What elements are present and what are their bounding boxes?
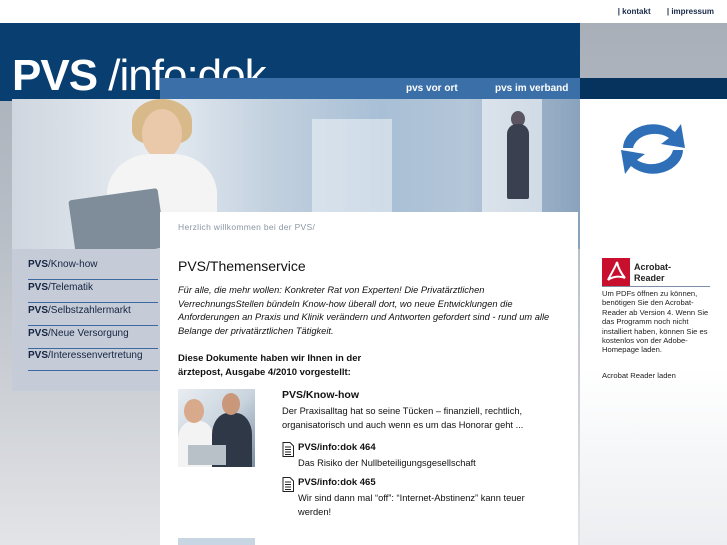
side-navigation: PVS/Know-how PVS/Telematik PVS/Selbstzah… <box>12 249 160 391</box>
nav-pvs-vor-ort[interactable]: pvs vor ort <box>406 83 458 94</box>
nav-pvs-im-verband[interactable]: pvs im verband <box>495 83 568 94</box>
knowhow-title[interactable]: PVS/Know-how <box>282 389 359 401</box>
thumb-person-head <box>222 393 240 415</box>
link-kontakt[interactable]: kontakt <box>618 7 651 16</box>
sidenav-item-interessenvertretung[interactable]: PVS/Interessenvertretung <box>28 350 158 371</box>
knowhow-thumbnail[interactable] <box>178 389 255 467</box>
hero-window <box>312 119 392 219</box>
knowhow-text: Der Praxisalltag hat so seine Tücken – f… <box>282 406 524 430</box>
main-content: Herzlich willkommen bei der PVS/ PVS/The… <box>160 212 578 545</box>
doc-description: Das Risiko der Nullbeteiligungsgesellsch… <box>298 458 476 468</box>
sidenav-label-bold: PVS <box>28 282 49 293</box>
doc-title[interactable]: PVS/info:dok 465 <box>298 477 376 488</box>
divider <box>602 286 710 287</box>
main-nav: pvs vor ort pvs im verband <box>160 78 580 99</box>
sidenav-item-telematik[interactable]: PVS/Telematik <box>28 282 158 303</box>
sidenav-label-bold: PVS <box>28 305 49 316</box>
page-title: PVS/Themenservice <box>178 258 306 274</box>
nav-strip-right <box>580 78 727 99</box>
sync-arrows-icon <box>621 124 685 174</box>
thumb-person-head <box>184 399 204 423</box>
sidenav-label-bold: PVS <box>28 259 49 270</box>
acrobat-reader-icon[interactable] <box>602 258 630 286</box>
acrobat-info-text: Um PDFs öffnen zu können, benötigen Sie … <box>602 289 709 355</box>
sidenav-item-selbstzahlermarkt[interactable]: PVS/Selbstzahlermarkt <box>28 305 158 326</box>
top-bar: kontakt impressum <box>0 0 727 23</box>
sidenav-label: /Telematik <box>48 282 94 293</box>
hero-woman-face <box>142 109 182 159</box>
next-thumbnail[interactable] <box>178 538 255 545</box>
thumb-laptop <box>188 445 226 465</box>
document-icon[interactable] <box>282 477 294 492</box>
sidenav-item-know-how[interactable]: PVS/Know-how <box>28 259 158 280</box>
sidenav-label: /Neue Versorgung <box>48 328 129 339</box>
document-icon[interactable] <box>282 442 294 457</box>
intro-text: Für alle, die mehr wollen: Konkreter Rat… <box>178 285 550 336</box>
sidenav-item-neue-versorgung[interactable]: PVS/Neue Versorgung <box>28 328 158 349</box>
hero-tablet <box>68 188 166 249</box>
hero-man <box>507 124 529 199</box>
acrobat-name: Acrobat-Reader <box>634 262 672 283</box>
sidenav-label: /Selbstzahlermarkt <box>48 305 131 316</box>
logo-bold: PVS <box>12 51 98 100</box>
doc-description: Wir sind dann mal “off”: “Internet-Absti… <box>298 493 525 517</box>
doc-title[interactable]: PVS/info:dok 464 <box>298 442 376 453</box>
sidenav-label: /Know-how <box>48 259 98 270</box>
sidenav-label-bold: PVS <box>28 328 49 339</box>
welcome-text: Herzlich willkommen bei der PVS/ <box>178 222 316 232</box>
documents-heading: Diese Dokumente haben wir Ihnen in der ä… <box>178 353 362 378</box>
sidenav-label-bold: PVS <box>28 350 49 361</box>
sidenav-label: /Interessenvertretung <box>48 350 143 361</box>
link-impressum[interactable]: impressum <box>667 7 714 16</box>
acrobat-download-link[interactable]: Acrobat Reader laden <box>602 371 676 380</box>
top-links: kontakt impressum <box>604 7 714 16</box>
